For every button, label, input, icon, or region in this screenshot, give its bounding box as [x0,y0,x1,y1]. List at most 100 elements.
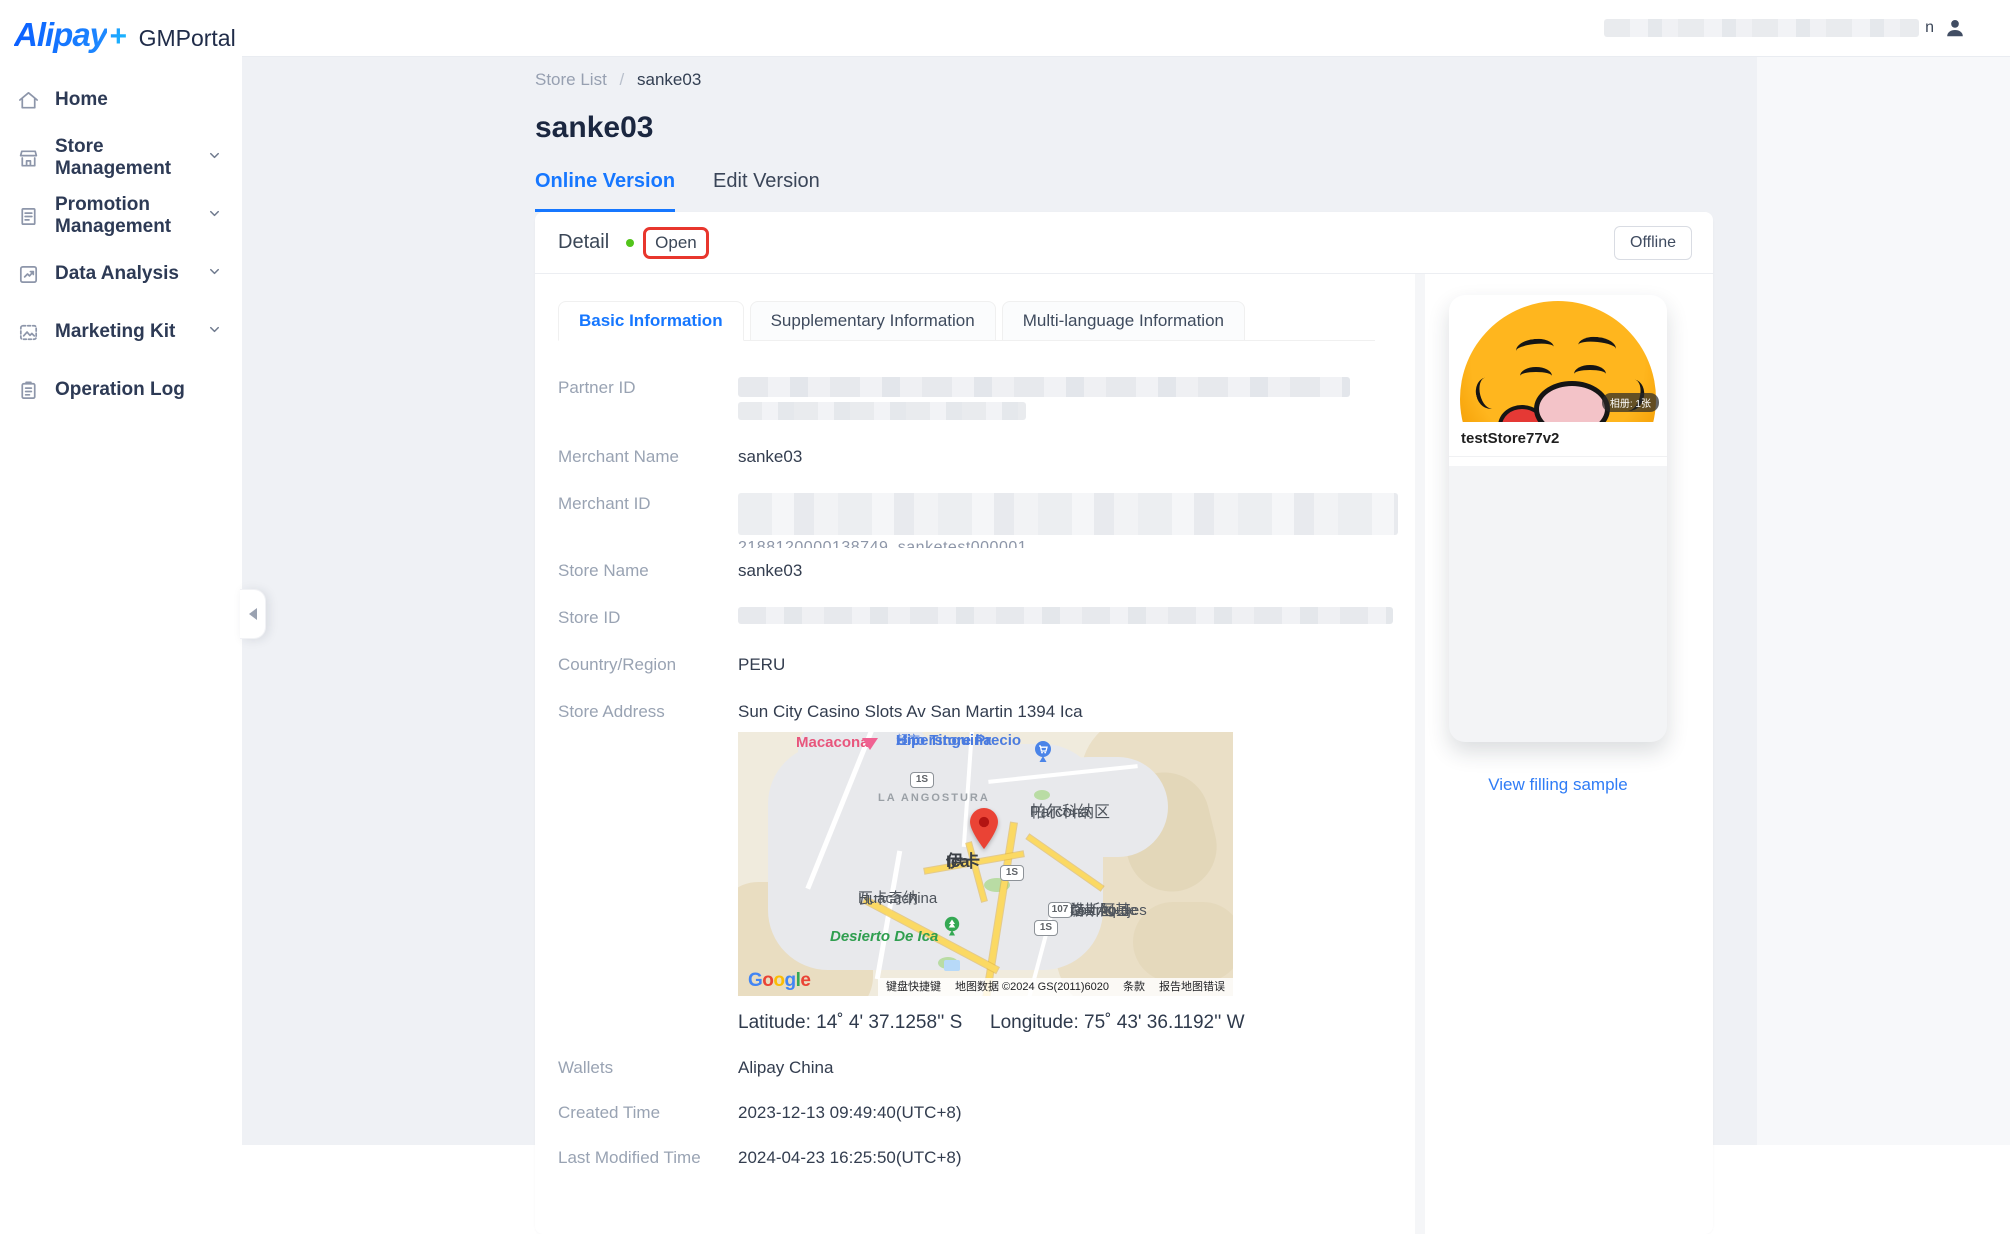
user-avatar-icon[interactable] [1944,17,1966,39]
status-open-text: Open [655,233,697,252]
offline-button[interactable]: Offline [1614,226,1692,260]
breadcrumb-store-list[interactable]: Store List [535,70,607,89]
country-region-label: Country/Region [558,654,738,675]
basic-information-panel: Basic Information Supplementary Informat… [535,274,1425,1234]
detail-title: Detail [558,231,609,254]
merchant-name-value: sanke03 [738,446,802,467]
store-name-label: Store Name [558,560,738,581]
detail-card-header: Detail Open Offline [535,212,1713,274]
redacted-username [1604,19,1919,37]
alipay-plus-glyph: + [109,20,127,54]
store-id-label: Store ID [558,607,738,628]
map-red-pin-icon [970,808,998,854]
map-route-badge-1s: 1S [1000,865,1024,881]
map-label-la-angostura: LA ANGOSTURA [878,790,990,807]
last-modified-time-label: Last Modified Time [558,1147,738,1168]
view-filling-sample-link[interactable]: View filling sample [1449,775,1667,795]
map-route-badge-1s: 1S [1034,920,1058,936]
tab-basic-information[interactable]: Basic Information [558,301,744,341]
sidebar-collapse-handle[interactable] [240,589,266,639]
chevron-down-icon [207,322,222,342]
sidebar-item-label: Home [55,89,222,111]
map-marker-macacona-icon [862,738,878,750]
sidebar-item-operation-log[interactable]: Operation Log [0,361,242,419]
breadcrumb-separator: / [620,70,625,89]
sidebar-item-label: Operation Log [55,379,222,401]
sidebar-item-promotion-management[interactable]: Promotion Management [0,187,242,245]
chevron-down-icon [207,264,222,284]
breadcrumb: Store List / sanke03 [535,70,1713,90]
map-label-desierto-de-ica: Desierto De Ica [830,928,938,945]
username-suffix: n [1925,19,1934,37]
longitude-value: Longitude: 75˚ 43' 36.1192'' W [990,1012,1245,1033]
preview-divider [1449,456,1667,466]
information-tabs: Basic Information Supplementary Informat… [558,300,1375,341]
field-country-region: Country/Region PERU [558,654,1375,675]
merchant-id-label: Merchant ID [558,493,738,548]
brand-logo: Alipay+ GMPortal [0,0,242,57]
store-id-redacted [738,607,1393,624]
tab-multi-language-information[interactable]: Multi-language Information [1002,301,1245,341]
merchant-id-partial-text: 2188120000138749_sanketest000001 [738,537,1398,548]
tab-edit-version[interactable]: Edit Version [713,170,820,212]
detail-card: Detail Open Offline Basic Information Su… [535,212,1713,1234]
store-address-label: Store Address [558,701,738,722]
chevron-down-icon [207,206,222,226]
map-keyboard-shortcuts[interactable]: 键盘快捷键 [886,977,941,997]
coordinates-row: Latitude: 14˚ 4' 37.1258'' S Longitude: … [738,1012,1245,1033]
main-content: Store List / sanke03 sanke03 Online Vers… [242,57,2010,1145]
map-label-macacona: Macacona [796,734,869,751]
map-data-copyright: 地图数据 ©2024 GS(2011)6020 [955,977,1109,997]
map-route-badge-107: 107 [1048,902,1072,918]
sidebar-item-store-management[interactable]: Store Management [0,129,242,187]
photo-count-badge: 相册: 1张 [1602,393,1659,412]
store-icon [17,147,40,170]
latitude-value: Latitude: 14˚ 4' 37.1258'' S [738,1012,990,1033]
filling-sample-panel: 相册: 1张 testStore77v2 View filling sample [1425,274,1713,1234]
created-time-label: Created Time [558,1102,738,1123]
store-preview-card: 相册: 1张 testStore77v2 [1449,295,1667,742]
sidebar-item-data-analysis[interactable]: Data Analysis [0,245,242,303]
sidebar-item-home[interactable]: Home [0,71,242,129]
sidebar-item-label: Store Management [55,136,207,180]
image-icon [17,321,40,344]
field-created-time: Created Time 2023-12-13 09:49:40(UTC+8) [558,1102,1375,1123]
store-location-map[interactable]: Macacona Hiperstore Precio Uno Tinguiña … [738,732,1233,996]
sidebar-item-label: Marketing Kit [55,321,207,343]
merchant-name-label: Merchant Name [558,446,738,467]
tab-online-version[interactable]: Online Version [535,170,675,212]
chart-icon [17,263,40,286]
right-margin-strip [1757,57,2010,1145]
annotation-red-box: Open [643,227,709,259]
tab-supplementary-information[interactable]: Supplementary Information [750,301,996,341]
sidebar: Alipay+ GMPortal Home Store Management P… [0,0,242,1145]
store-photo: 相册: 1张 [1449,295,1667,422]
alipay-logo-text: Alipay [14,16,107,54]
clipboard-icon [17,379,40,402]
home-icon [17,89,40,112]
page-title: sanke03 [535,111,1713,145]
partner-id-redacted [738,377,1350,397]
merchant-id-redacted [738,493,1398,535]
collapse-arrow-icon [249,608,257,620]
field-store-address: Store Address Sun City Casino Slots Av S… [558,701,1375,722]
google-logo: Google [748,970,810,991]
map-route-badge-1s: 1S [910,772,934,788]
field-store-name: Store Name sanke03 [558,560,1375,581]
status-open-dot [626,239,634,247]
map-report-error-link[interactable]: 报告地图错误 [1159,977,1225,997]
field-merchant-id: Merchant ID 2188120000138749_sanketest00… [558,493,1375,548]
field-store-id: Store ID [558,607,1375,628]
version-tabs: Online Version Edit Version [535,170,1713,212]
field-last-modified-time: Last Modified Time 2024-04-23 16:25:50(U… [558,1147,1375,1168]
portal-name: GMPortal [139,25,236,52]
store-address-value: Sun City Casino Slots Av San Martin 1394… [738,701,1083,722]
receipt-icon [17,205,40,228]
chevron-down-icon [207,148,222,168]
sidebar-item-label: Data Analysis [55,263,207,285]
country-region-value: PERU [738,654,785,675]
sidebar-item-marketing-kit[interactable]: Marketing Kit [0,303,242,361]
field-partner-id: Partner ID [558,377,1375,420]
map-terms-link[interactable]: 条款 [1123,977,1145,997]
partner-id-redacted-line2 [738,402,1026,420]
